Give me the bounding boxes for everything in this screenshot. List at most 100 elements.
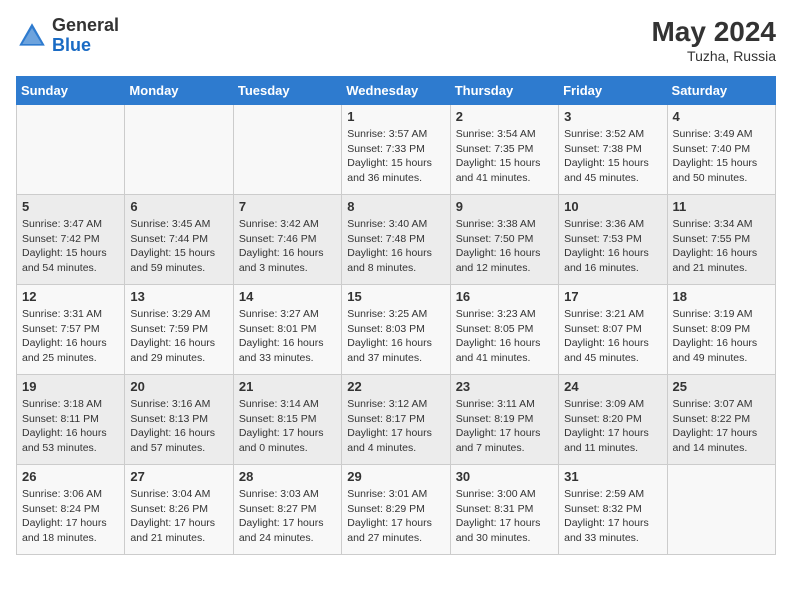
day-info: Sunrise: 3:06 AMSunset: 8:24 PMDaylight:… bbox=[22, 487, 119, 546]
calendar-week-row: 26 Sunrise: 3:06 AMSunset: 8:24 PMDayligh… bbox=[17, 465, 776, 555]
day-info: Sunrise: 3:16 AMSunset: 8:13 PMDaylight:… bbox=[130, 397, 227, 456]
calendar-cell: 2Sunrise: 3:54 AMSunset: 7:35 PMDaylight… bbox=[450, 105, 558, 195]
calendar-cell bbox=[17, 105, 125, 195]
day-number: 8 bbox=[347, 199, 444, 214]
day-number: 18 bbox=[673, 289, 770, 304]
day-number: 23 bbox=[456, 379, 553, 394]
day-info: Sunrise: 3:29 AMSunset: 7:59 PMDaylight:… bbox=[130, 307, 227, 366]
calendar-cell: 26 Sunrise: 3:06 AMSunset: 8:24 PMDayligh… bbox=[17, 465, 125, 555]
day-info: Sunrise: 3:12 AMSunset: 8:17 PMDaylight:… bbox=[347, 397, 444, 456]
calendar-cell: 8 Sunrise: 3:40 AMSunset: 7:48 PMDaylight… bbox=[342, 195, 450, 285]
calendar-week-row: 5 Sunrise: 3:47 AMSunset: 7:42 PMDaylight… bbox=[17, 195, 776, 285]
day-number: 9 bbox=[456, 199, 553, 214]
day-info: Sunrise: 2:59 AMSunset: 8:32 PMDaylight:… bbox=[564, 487, 661, 546]
logo-text: General Blue bbox=[52, 16, 119, 56]
calendar-cell: 14Sunrise: 3:27 AMSunset: 8:01 PMDayligh… bbox=[233, 285, 341, 375]
calendar-cell: 11 Sunrise: 3:34 AMSunset: 7:55 PMDayligh… bbox=[667, 195, 775, 285]
calendar-cell: 6 Sunrise: 3:45 AMSunset: 7:44 PMDaylight… bbox=[125, 195, 233, 285]
page-header: General Blue May 2024 Tuzha, Russia bbox=[16, 16, 776, 64]
title-block: May 2024 Tuzha, Russia bbox=[651, 16, 776, 64]
calendar-cell: 24Sunrise: 3:09 AMSunset: 8:20 PMDayligh… bbox=[559, 375, 667, 465]
day-info: Sunrise: 3:47 AMSunset: 7:42 PMDaylight:… bbox=[22, 217, 119, 276]
day-info: Sunrise: 3:49 AMSunset: 7:40 PMDaylight:… bbox=[673, 127, 770, 186]
calendar-cell: 5 Sunrise: 3:47 AMSunset: 7:42 PMDaylight… bbox=[17, 195, 125, 285]
location: Tuzha, Russia bbox=[651, 48, 776, 64]
day-info: Sunrise: 3:07 AMSunset: 8:22 PMDaylight:… bbox=[673, 397, 770, 456]
day-info: Sunrise: 3:25 AMSunset: 8:03 PMDaylight:… bbox=[347, 307, 444, 366]
day-number: 29 bbox=[347, 469, 444, 484]
day-number: 14 bbox=[239, 289, 336, 304]
calendar-cell: 31 Sunrise: 2:59 AMSunset: 8:32 PMDayligh… bbox=[559, 465, 667, 555]
month-year: May 2024 bbox=[651, 16, 776, 48]
day-info: Sunrise: 3:04 AMSunset: 8:26 PMDaylight:… bbox=[130, 487, 227, 546]
day-number: 1 bbox=[347, 109, 444, 124]
calendar-cell: 23 Sunrise: 3:11 AMSunset: 8:19 PMDayligh… bbox=[450, 375, 558, 465]
calendar-cell: 25 Sunrise: 3:07 AMSunset: 8:22 PMDayligh… bbox=[667, 375, 775, 465]
header-day-saturday: Saturday bbox=[667, 77, 775, 105]
day-number: 26 bbox=[22, 469, 119, 484]
calendar-cell: 29 Sunrise: 3:01 AMSunset: 8:29 PMDayligh… bbox=[342, 465, 450, 555]
day-info: Sunrise: 3:01 AMSunset: 8:29 PMDaylight:… bbox=[347, 487, 444, 546]
day-number: 30 bbox=[456, 469, 553, 484]
day-number: 31 bbox=[564, 469, 661, 484]
day-number: 3 bbox=[564, 109, 661, 124]
calendar-week-row: 12 Sunrise: 3:31 AMSunset: 7:57 PMDayligh… bbox=[17, 285, 776, 375]
day-number: 25 bbox=[673, 379, 770, 394]
calendar-cell: 1Sunrise: 3:57 AMSunset: 7:33 PMDaylight… bbox=[342, 105, 450, 195]
day-info: Sunrise: 3:42 AMSunset: 7:46 PMDaylight:… bbox=[239, 217, 336, 276]
calendar-cell: 13 Sunrise: 3:29 AMSunset: 7:59 PMDayligh… bbox=[125, 285, 233, 375]
calendar-cell: 28Sunrise: 3:03 AMSunset: 8:27 PMDayligh… bbox=[233, 465, 341, 555]
day-info: Sunrise: 3:31 AMSunset: 7:57 PMDaylight:… bbox=[22, 307, 119, 366]
day-info: Sunrise: 3:52 AMSunset: 7:38 PMDaylight:… bbox=[564, 127, 661, 186]
day-number: 12 bbox=[22, 289, 119, 304]
day-number: 10 bbox=[564, 199, 661, 214]
day-info: Sunrise: 3:54 AMSunset: 7:35 PMDaylight:… bbox=[456, 127, 553, 186]
calendar-week-row: 19Sunrise: 3:18 AMSunset: 8:11 PMDayligh… bbox=[17, 375, 776, 465]
calendar-cell: 27Sunrise: 3:04 AMSunset: 8:26 PMDayligh… bbox=[125, 465, 233, 555]
calendar-cell: 22Sunrise: 3:12 AMSunset: 8:17 PMDayligh… bbox=[342, 375, 450, 465]
calendar-cell: 9 Sunrise: 3:38 AMSunset: 7:50 PMDaylight… bbox=[450, 195, 558, 285]
logo: General Blue bbox=[16, 16, 119, 56]
day-info: Sunrise: 3:38 AMSunset: 7:50 PMDaylight:… bbox=[456, 217, 553, 276]
calendar-cell bbox=[233, 105, 341, 195]
day-info: Sunrise: 3:34 AMSunset: 7:55 PMDaylight:… bbox=[673, 217, 770, 276]
header-day-monday: Monday bbox=[125, 77, 233, 105]
calendar-cell bbox=[667, 465, 775, 555]
calendar-cell: 15 Sunrise: 3:25 AMSunset: 8:03 PMDayligh… bbox=[342, 285, 450, 375]
day-info: Sunrise: 3:00 AMSunset: 8:31 PMDaylight:… bbox=[456, 487, 553, 546]
header-day-tuesday: Tuesday bbox=[233, 77, 341, 105]
day-info: Sunrise: 3:14 AMSunset: 8:15 PMDaylight:… bbox=[239, 397, 336, 456]
calendar-cell: 12 Sunrise: 3:31 AMSunset: 7:57 PMDayligh… bbox=[17, 285, 125, 375]
header-day-thursday: Thursday bbox=[450, 77, 558, 105]
day-info: Sunrise: 3:19 AMSunset: 8:09 PMDaylight:… bbox=[673, 307, 770, 366]
day-number: 5 bbox=[22, 199, 119, 214]
logo-icon bbox=[16, 20, 48, 52]
day-number: 28 bbox=[239, 469, 336, 484]
day-number: 13 bbox=[130, 289, 227, 304]
day-number: 17 bbox=[564, 289, 661, 304]
day-number: 15 bbox=[347, 289, 444, 304]
day-number: 6 bbox=[130, 199, 227, 214]
calendar-cell: 4 Sunrise: 3:49 AMSunset: 7:40 PMDaylight… bbox=[667, 105, 775, 195]
calendar-cell: 18 Sunrise: 3:19 AMSunset: 8:09 PMDayligh… bbox=[667, 285, 775, 375]
calendar-cell: 3 Sunrise: 3:52 AMSunset: 7:38 PMDaylight… bbox=[559, 105, 667, 195]
calendar-cell: 7 Sunrise: 3:42 AMSunset: 7:46 PMDaylight… bbox=[233, 195, 341, 285]
day-number: 19 bbox=[22, 379, 119, 394]
day-info: Sunrise: 3:09 AMSunset: 8:20 PMDaylight:… bbox=[564, 397, 661, 456]
day-info: Sunrise: 3:40 AMSunset: 7:48 PMDaylight:… bbox=[347, 217, 444, 276]
calendar-week-row: 1Sunrise: 3:57 AMSunset: 7:33 PMDaylight… bbox=[17, 105, 776, 195]
day-number: 7 bbox=[239, 199, 336, 214]
day-number: 4 bbox=[673, 109, 770, 124]
day-info: Sunrise: 3:36 AMSunset: 7:53 PMDaylight:… bbox=[564, 217, 661, 276]
calendar-header-row: SundayMondayTuesdayWednesdayThursdayFrid… bbox=[17, 77, 776, 105]
day-info: Sunrise: 3:45 AMSunset: 7:44 PMDaylight:… bbox=[130, 217, 227, 276]
calendar-cell: 17 Sunrise: 3:21 AMSunset: 8:07 PMDayligh… bbox=[559, 285, 667, 375]
calendar-cell: 10 Sunrise: 3:36 AMSunset: 7:53 PMDayligh… bbox=[559, 195, 667, 285]
calendar-cell: 21Sunrise: 3:14 AMSunset: 8:15 PMDayligh… bbox=[233, 375, 341, 465]
calendar-cell: 19Sunrise: 3:18 AMSunset: 8:11 PMDayligh… bbox=[17, 375, 125, 465]
day-info: Sunrise: 3:21 AMSunset: 8:07 PMDaylight:… bbox=[564, 307, 661, 366]
calendar-cell bbox=[125, 105, 233, 195]
day-number: 11 bbox=[673, 199, 770, 214]
calendar-table: SundayMondayTuesdayWednesdayThursdayFrid… bbox=[16, 76, 776, 555]
day-info: Sunrise: 3:11 AMSunset: 8:19 PMDaylight:… bbox=[456, 397, 553, 456]
